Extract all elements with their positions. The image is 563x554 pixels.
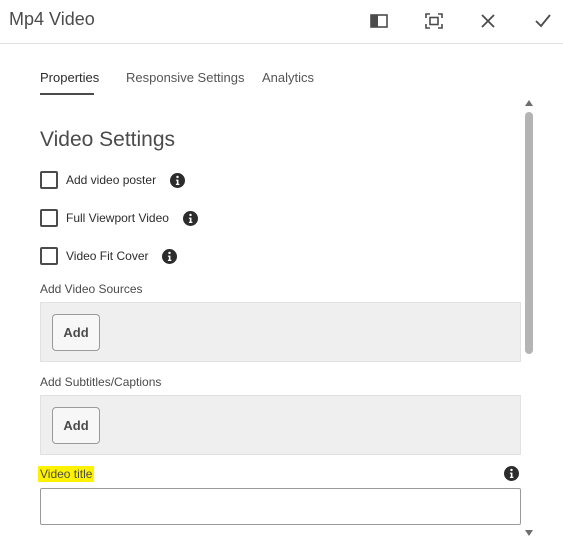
checkbox-row-video-poster: Add video poster [40, 171, 186, 189]
video-sources-label: Add Video Sources [40, 282, 143, 296]
add-video-source-button[interactable]: Add [52, 314, 100, 351]
video-poster-label: Add video poster [66, 173, 157, 187]
dialog-header: Mp4 Video [0, 0, 563, 44]
tab-analytics[interactable]: Analytics [262, 70, 314, 85]
scrollbar[interactable] [523, 98, 535, 540]
dialog-title: Mp4 Video [9, 9, 95, 29]
fullscreen-button[interactable] [423, 10, 445, 32]
scroll-up-icon[interactable] [524, 98, 534, 108]
checkbox-row-fit-cover: Video Fit Cover [40, 247, 178, 265]
video-poster-checkbox[interactable] [40, 171, 58, 189]
active-tab-indicator [40, 93, 94, 95]
video-title-label: Video title [38, 466, 95, 482]
info-icon[interactable] [162, 248, 178, 264]
info-icon[interactable] [504, 466, 519, 481]
fullscreen-icon [425, 13, 443, 29]
info-icon[interactable] [182, 210, 198, 226]
video-title-input[interactable] [40, 488, 521, 525]
close-icon [481, 14, 495, 28]
video-sources-multifield: Add [40, 302, 521, 362]
scrollbar-thumb[interactable] [525, 112, 533, 354]
info-icon[interactable] [170, 172, 186, 188]
full-viewport-label: Full Viewport Video [66, 211, 169, 225]
done-button[interactable] [532, 10, 554, 32]
subtitles-label: Add Subtitles/Captions [40, 375, 162, 389]
video-title-label-wrapper: Video title [38, 466, 95, 482]
fit-cover-checkbox[interactable] [40, 247, 58, 265]
section-heading: Video Settings [40, 128, 176, 151]
add-subtitle-button[interactable]: Add [52, 407, 100, 444]
toggle-side-panel-button[interactable] [368, 10, 390, 32]
checkmark-icon [535, 14, 551, 28]
fit-cover-label: Video Fit Cover [66, 249, 149, 263]
subtitles-multifield: Add [40, 395, 521, 455]
checkbox-row-full-viewport: Full Viewport Video [40, 209, 198, 227]
tab-responsive-settings[interactable]: Responsive Settings [126, 70, 245, 85]
close-button[interactable] [477, 10, 499, 32]
tab-properties[interactable]: Properties [40, 70, 99, 85]
full-viewport-checkbox[interactable] [40, 209, 58, 227]
scroll-down-icon[interactable] [524, 528, 534, 538]
toggle-side-panel-icon [370, 14, 388, 28]
